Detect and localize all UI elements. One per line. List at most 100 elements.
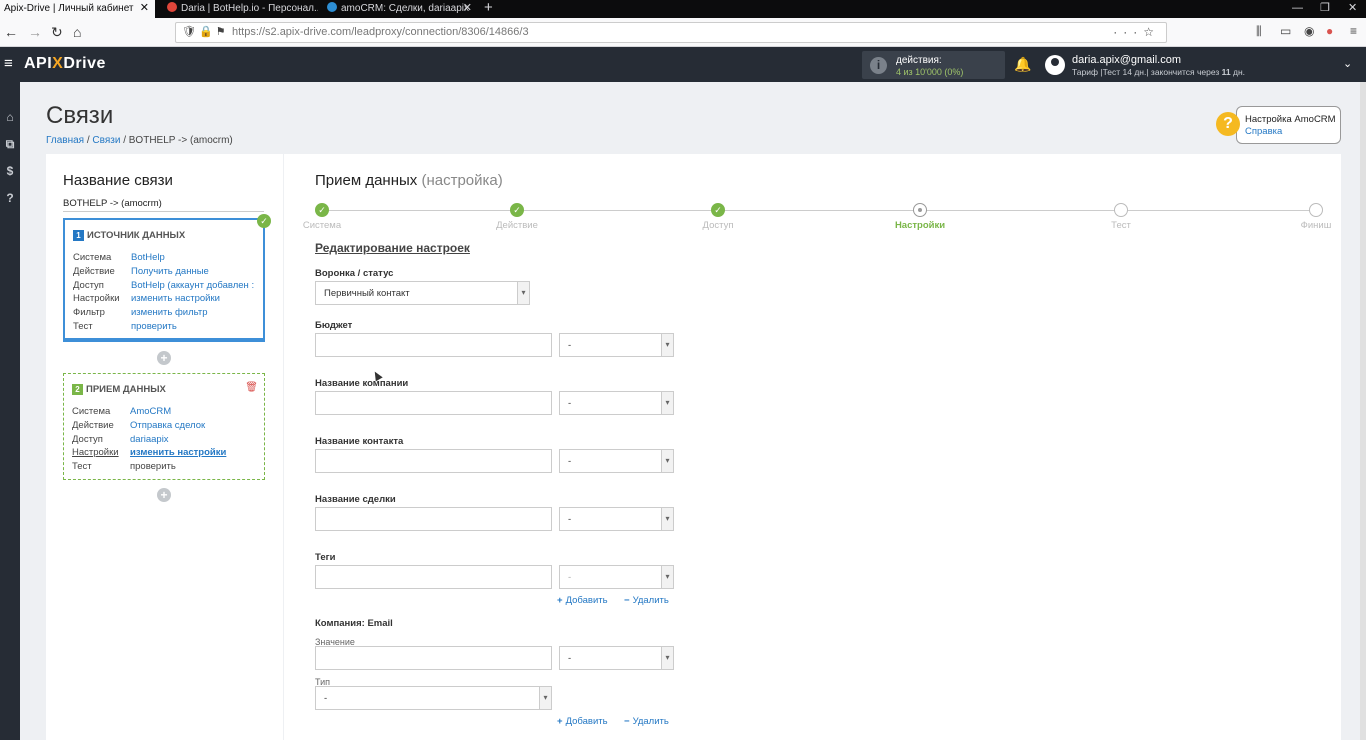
breadcrumb-links[interactable]: Связи	[92, 135, 120, 146]
help-widget[interactable]: Настройка AmoCRM Справка ?	[1216, 106, 1341, 144]
page-scrollbar[interactable]	[1360, 82, 1366, 740]
browser-tab-bothelp[interactable]: Daria | BotHelp.io - Персонал...	[163, 0, 318, 18]
tags-add-button[interactable]: + Добавить	[557, 595, 608, 606]
email-value-input[interactable]	[315, 646, 552, 670]
row-value[interactable]: BotHelp	[131, 252, 165, 263]
receiver-block-title: 2 ПРИЕМ ДАННЫХ	[72, 384, 166, 395]
add-step-icon[interactable]: +	[157, 351, 171, 365]
forward-icon[interactable]: →	[28, 23, 42, 41]
settings-title: Прием данных (настройка)	[315, 172, 503, 189]
trash-icon[interactable]: 🗑	[245, 382, 258, 393]
step-finish[interactable]: Финиш	[1276, 203, 1356, 231]
email-type-select[interactable]: - ▾	[315, 686, 552, 710]
hamburger-menu-icon[interactable]: ≡	[4, 55, 13, 72]
sidebar-toggle-icon[interactable]: ▭	[1280, 24, 1291, 38]
tags-remove-button[interactable]: − Удалить	[624, 595, 669, 606]
company-input[interactable]	[315, 391, 552, 415]
logo-part: X	[52, 55, 64, 72]
row-key: Тест	[73, 321, 93, 332]
email-add-button[interactable]: + Добавить	[557, 716, 608, 727]
tags-select[interactable]: - ▾	[559, 565, 674, 589]
receiver-row-system: Система AmoCRM	[72, 406, 171, 417]
deal-select[interactable]: - ▾	[559, 507, 674, 531]
help-box[interactable]: Настройка AmoCRM Справка	[1236, 106, 1341, 144]
row-value[interactable]: проверить	[131, 321, 177, 332]
actions-count: 4 из 10'000 (0%)	[896, 67, 964, 77]
chevron-down-icon: ▾	[661, 647, 673, 669]
pending-step-icon	[1114, 203, 1128, 217]
close-window-icon[interactable]: ✕	[1348, 0, 1357, 17]
deal-input[interactable]	[315, 507, 552, 531]
email-value-select[interactable]: - ▾	[559, 646, 674, 670]
row-value[interactable]: Получить данные	[131, 266, 209, 277]
step-access[interactable]: ✓ Доступ	[678, 203, 758, 231]
bell-icon[interactable]: 🔔	[1014, 56, 1031, 73]
budget-input[interactable]	[315, 333, 552, 357]
step-settings[interactable]: Настройки	[880, 203, 960, 231]
billing-icon[interactable]: $	[3, 164, 17, 178]
connections-icon[interactable]: ⧉	[3, 137, 17, 152]
row-key: Настройки	[72, 447, 119, 458]
company-email-label: Компания: Email	[315, 618, 393, 629]
select-value: Первичный контакт	[324, 288, 410, 299]
browser-tab-strip: Apix-Drive | Личный кабинет ✕ Daria | Bo…	[0, 0, 1366, 18]
back-icon[interactable]: ←	[4, 23, 18, 41]
step-action[interactable]: ✓ Действие	[477, 203, 557, 231]
step-test[interactable]: Тест	[1081, 203, 1161, 231]
apixdrive-logo[interactable]: APIXDrive	[24, 55, 106, 73]
company-select[interactable]: - ▾	[559, 391, 674, 415]
home-icon[interactable]: ⌂	[73, 23, 81, 41]
browser-tab-amocrm[interactable]: amoCRM: Сделки, dariaapix ✕	[323, 0, 478, 18]
budget-select[interactable]: - ▾	[559, 333, 674, 357]
minimize-icon[interactable]: —	[1292, 0, 1303, 17]
breadcrumb-home[interactable]: Главная	[46, 135, 84, 146]
row-value[interactable]: проверить	[130, 461, 176, 472]
funnel-select[interactable]: Первичный контакт ▾	[315, 281, 530, 305]
help-link[interactable]: Справка	[1245, 126, 1282, 137]
select-value: -	[568, 514, 572, 525]
contact-select[interactable]: - ▾	[559, 449, 674, 473]
maximize-icon[interactable]: ❐	[1320, 0, 1330, 17]
source-row-filter: Фильтр изменить фильтр	[73, 307, 207, 318]
close-icon[interactable]: ✕	[140, 0, 149, 17]
block-title: ИСТОЧНИК ДАННЫХ	[87, 230, 186, 241]
add-label: Добавить	[565, 716, 608, 727]
user-email[interactable]: daria.apix@gmail.com	[1072, 54, 1181, 66]
source-block[interactable]: 1 ИСТОЧНИК ДАННЫХ Система BotHelp Действие…	[63, 218, 265, 342]
close-icon[interactable]: ✕	[463, 0, 472, 17]
row-value[interactable]: изменить фильтр	[131, 307, 207, 318]
chevron-down-icon: ▾	[661, 392, 673, 414]
reload-icon[interactable]: ↻	[51, 23, 63, 41]
step-number: 2	[72, 384, 83, 395]
browser-tab-apix[interactable]: Apix-Drive | Личный кабинет ✕	[0, 0, 155, 18]
account-icon[interactable]: ◉	[1304, 24, 1314, 38]
chevron-down-icon[interactable]: ⌄	[1343, 57, 1352, 70]
row-value[interactable]: AmoCRM	[130, 406, 171, 417]
row-value[interactable]: Отправка сделок	[130, 420, 205, 431]
adblock-icon[interactable]: ●	[1326, 24, 1333, 38]
row-value[interactable]: изменить настройки	[131, 293, 220, 304]
connection-panel: Название связи BOTHELP -> (amocrm) 1 ИСТО…	[46, 154, 283, 740]
tags-input[interactable]	[315, 565, 552, 589]
home-icon[interactable]: ⌂	[3, 110, 17, 124]
email-remove-button[interactable]: − Удалить	[624, 716, 669, 727]
block-title: ПРИЕМ ДАННЫХ	[86, 384, 166, 395]
user-avatar-icon[interactable]	[1045, 55, 1065, 75]
menu-icon[interactable]: ≡	[1350, 24, 1357, 38]
new-tab-icon[interactable]: +	[484, 0, 493, 15]
library-icon[interactable]: ⫼	[1256, 24, 1262, 39]
add-step-icon[interactable]: +	[157, 488, 171, 502]
row-value[interactable]: изменить настройки	[130, 447, 226, 458]
receiver-block[interactable]: 2 ПРИЕМ ДАННЫХ 🗑 Система AmoCRM Действие От…	[63, 373, 265, 480]
help-icon[interactable]: ?	[3, 191, 17, 205]
row-value[interactable]: dariaapix	[130, 434, 169, 445]
step-system[interactable]: ✓ Система	[282, 203, 362, 231]
tab-title: Daria | BotHelp.io - Персонал...	[181, 3, 318, 14]
page-actions-icon[interactable]: ···☆	[1113, 25, 1160, 39]
row-value[interactable]: BotHelp (аккаунт добавлен :	[131, 280, 254, 291]
tags-label: Теги	[315, 552, 336, 563]
connection-name-field[interactable]: BOTHELP -> (amocrm)	[63, 198, 264, 212]
deal-label: Название сделки	[315, 494, 396, 505]
contact-input[interactable]	[315, 449, 552, 473]
url-bar[interactable]: 🛡 🔒 ⚑ https://s2.apix-drive.com/leadprox…	[175, 22, 1167, 43]
